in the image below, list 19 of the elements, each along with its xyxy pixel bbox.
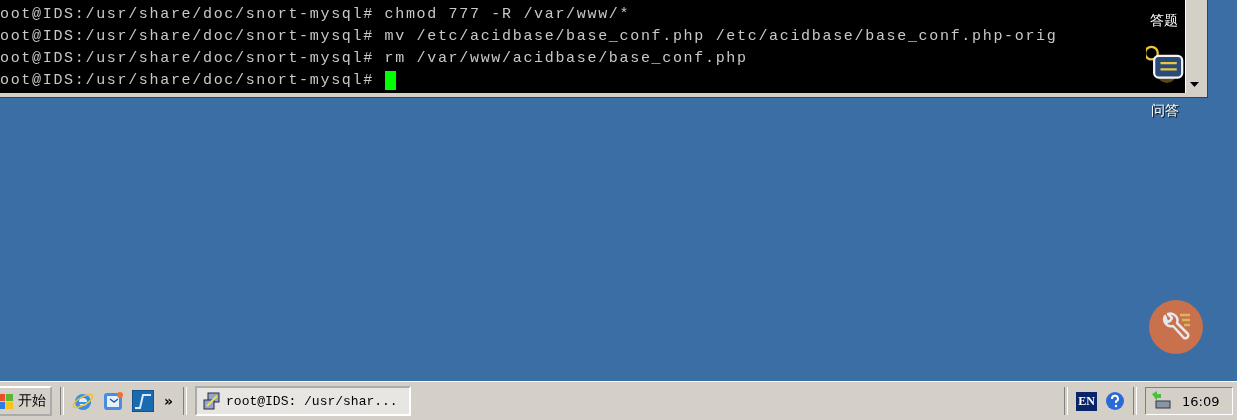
windows-flag-icon bbox=[0, 393, 14, 409]
signal-wave-icon[interactable] bbox=[132, 390, 154, 412]
terminal-line: oot@IDS:/usr/share/doc/snort-mysql# mv /etc/acidbase/base_conf.php /etc/acidbase/base_conf.php-orig bbox=[0, 27, 1058, 45]
start-button[interactable]: 开始 bbox=[0, 386, 52, 416]
network-icon[interactable] bbox=[1150, 391, 1172, 411]
terminal-icon bbox=[203, 392, 222, 410]
scroll-down-arrow-icon[interactable] bbox=[1190, 82, 1199, 87]
clock: 16:09 bbox=[1182, 393, 1220, 409]
more-button[interactable]: » bbox=[164, 393, 174, 409]
language-indicator[interactable]: EN bbox=[1076, 391, 1097, 411]
help-icon[interactable] bbox=[1105, 391, 1125, 411]
desktop-icon-label[interactable]: 答题 bbox=[1150, 12, 1178, 30]
desktop-shortcut-icon[interactable] bbox=[102, 390, 124, 412]
wrench-tool-button[interactable] bbox=[1148, 299, 1204, 355]
taskbar-button[interactable]: root@IDS: /usr/shar... bbox=[195, 386, 412, 416]
terminal-line: oot@IDS:/usr/share/doc/snort-mysql# bbox=[0, 71, 375, 89]
terminal-line: oot@IDS:/usr/share/doc/snort-mysql# chmod 777 -R /var/www/* bbox=[0, 5, 631, 23]
terminal-line: oot@IDS:/usr/share/doc/snort-mysql# rm /var/www/acidbase/base_conf.php bbox=[0, 49, 748, 67]
desktop-icon-label[interactable]: 问答 bbox=[1151, 102, 1179, 120]
